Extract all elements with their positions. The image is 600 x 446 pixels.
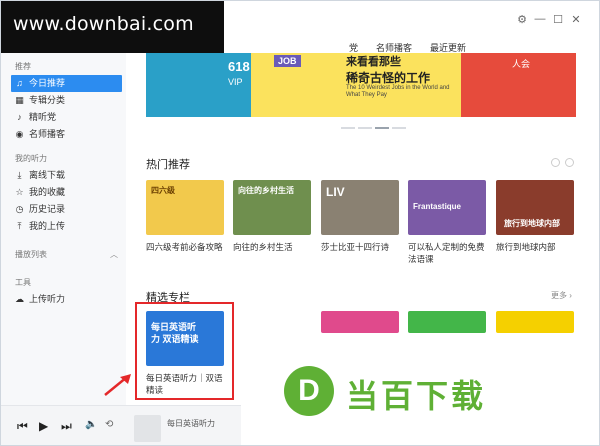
hot-card-caption: 四六级考前必备攻略 — [146, 242, 223, 252]
sidebar: 推荐 ♫ 今日推荐 ▦ 专辑分类 ♪ 精听党 ◉ 名师播客 我的听力 ⤓ 离线下… — [1, 53, 126, 405]
featured-card-cover — [496, 311, 574, 333]
carousel-dot[interactable] — [358, 127, 372, 129]
sidebar-group-recommend: 推荐 — [15, 62, 31, 71]
carousel-dot[interactable] — [392, 127, 406, 129]
sidebar-item-today[interactable]: ♫ 今日推荐 — [11, 75, 122, 92]
previous-icon[interactable]: ⏮ — [17, 419, 28, 434]
sidebar-group-playlist[interactable]: 播放列表 ︿ — [1, 247, 126, 263]
sidebar-item-label: 离线下载 — [29, 170, 66, 180]
featured-card-3[interactable] — [408, 311, 486, 333]
site-logo: D 当百下载 — [284, 366, 554, 416]
hot-card-cover: 旅行到地球内部 — [496, 180, 574, 235]
sidebar-item-label: 上传听力 — [29, 294, 66, 304]
minimize-icon[interactable]: — — [531, 13, 549, 26]
prev-page-icon[interactable] — [551, 158, 560, 167]
cover-text: 四六级 — [151, 186, 175, 195]
sidebar-item-favorites[interactable]: ☆ 我的收藏 — [1, 184, 126, 201]
hot-card-caption: 莎士比亚十四行诗 — [321, 242, 390, 252]
featured-card-2[interactable] — [321, 311, 399, 333]
section-title-hot: 热门推荐 — [146, 159, 190, 171]
watermark: www.downbai.com — [1, 1, 224, 53]
sidebar-item-uploads[interactable]: ⤒ 我的上传 — [1, 218, 126, 235]
window-controls: ⚙ — ☐ ✕ — [513, 13, 585, 26]
next-icon[interactable]: ⏭ — [61, 419, 72, 434]
hot-card-2[interactable]: 向往的乡村生活 向往的乡村生活 — [233, 180, 311, 253]
hot-card-caption: 向往的乡村生活 — [233, 242, 293, 252]
podcast-icon: ◉ — [15, 129, 24, 139]
sidebar-item-podcast[interactable]: ◉ 名师播客 — [1, 126, 126, 143]
next-page-icon[interactable] — [565, 158, 574, 167]
featured-card-cover — [408, 311, 486, 333]
hot-card-cover: 四六级 — [146, 180, 224, 235]
hot-card-5[interactable]: 旅行到地球内部 旅行到地球内部 — [496, 180, 574, 253]
sidebar-item-upload-listening[interactable]: ☁ 上传听力 — [1, 291, 126, 308]
title-bar: www.downbai.com ⚙ — ☐ ✕ 党 名师播客 最近更新 — [1, 1, 599, 53]
chevron-up-icon[interactable]: ︿ — [110, 247, 118, 263]
hot-card-caption: 可以私人定制的免费法语课 — [408, 242, 485, 264]
play-icon[interactable]: ▶ — [39, 419, 48, 433]
sidebar-item-history[interactable]: ◷ 历史记录 — [1, 201, 126, 218]
cloud-upload-icon: ☁ — [15, 294, 24, 304]
hot-card-cover: Frantastique — [408, 180, 486, 235]
carousel-dots — [341, 127, 406, 129]
banner-subtitle: The 10 Weirdest Jobs in the World and Wh… — [346, 85, 450, 98]
clock-icon: ◷ — [15, 204, 24, 214]
sidebar-item-categories[interactable]: ▦ 专辑分类 — [1, 92, 126, 109]
repeat-icon[interactable]: ⟲ — [105, 419, 113, 430]
featured-card-cover — [321, 311, 399, 333]
volume-icon[interactable]: 🔈 — [85, 419, 97, 430]
highlight-box — [135, 302, 234, 400]
sidebar-group-tools: 工具 — [15, 278, 31, 287]
banner-promo-vip: VIP — [228, 77, 243, 87]
cover-text: 向往的乡村生活 — [238, 186, 294, 195]
sidebar-item-intensive[interactable]: ♪ 精听党 — [1, 109, 126, 126]
hot-card-cover: 向往的乡村生活 — [233, 180, 311, 235]
banner-title-top: 来看看那些 — [346, 56, 401, 68]
settings-icon[interactable]: ⚙ — [513, 13, 531, 26]
hot-card-caption: 旅行到地球内部 — [496, 242, 556, 252]
sidebar-item-label: 专辑分类 — [29, 95, 66, 105]
star-icon: ☆ — [15, 187, 24, 197]
sidebar-group-mine: 我的听力 — [15, 154, 47, 163]
carousel-dot[interactable] — [375, 127, 389, 129]
carousel-dot[interactable] — [341, 127, 355, 129]
featured-card-4[interactable] — [496, 311, 574, 333]
more-link[interactable]: 更多 › — [551, 290, 572, 301]
banner-right-text: 人会 — [512, 59, 531, 69]
hot-card-cover: LIV — [321, 180, 399, 235]
banner-title: 稀奇古怪的工作 — [346, 71, 431, 85]
upload-icon: ⤒ — [17, 221, 22, 231]
logo-text: 当百下载 — [346, 378, 487, 414]
music-icon: ♫ — [16, 78, 23, 88]
download-icon: ⤓ — [17, 170, 22, 180]
arrow-icon — [104, 374, 131, 396]
maximize-icon[interactable]: ☐ — [549, 13, 567, 26]
close-icon[interactable]: ✕ — [567, 13, 585, 26]
headphones-icon: ♪ — [17, 112, 22, 122]
banner-job-tag: JOB — [274, 55, 301, 67]
sidebar-item-label: 我的上传 — [29, 221, 66, 231]
sidebar-item-downloads[interactable]: ⤓ 离线下载 — [1, 167, 126, 184]
logo-mark: D — [284, 366, 334, 416]
sidebar-item-label: 今日推荐 — [29, 78, 66, 88]
banner-promo-number: 618 — [228, 59, 250, 74]
banner-carousel[interactable]: 618 VIP JOB 来看看那些 稀奇古怪的工作 The 10 Weirdes… — [146, 53, 576, 117]
hot-card-4[interactable]: Frantastique 可以私人定制的免费法语课 — [408, 180, 486, 265]
sidebar-item-label: 名师播客 — [29, 129, 66, 139]
sidebar-group-label: 播放列表 — [15, 250, 47, 259]
sidebar-item-label: 我的收藏 — [29, 187, 66, 197]
app-window: www.downbai.com ⚙ — ☐ ✕ 党 名师播客 最近更新 推荐 ♫… — [0, 0, 600, 446]
cover-text: Frantastique — [413, 202, 462, 211]
cover-text: 旅行到地球内部 — [504, 219, 560, 228]
grid-icon: ▦ — [15, 95, 24, 105]
cover-text: LIV — [326, 185, 345, 199]
hot-card-1[interactable]: 四六级 四六级考前必备攻略 — [146, 180, 224, 253]
hot-card-3[interactable]: LIV 莎士比亚十四行诗 — [321, 180, 399, 253]
sidebar-item-label: 精听党 — [29, 112, 57, 122]
sidebar-item-label: 历史记录 — [29, 204, 66, 214]
